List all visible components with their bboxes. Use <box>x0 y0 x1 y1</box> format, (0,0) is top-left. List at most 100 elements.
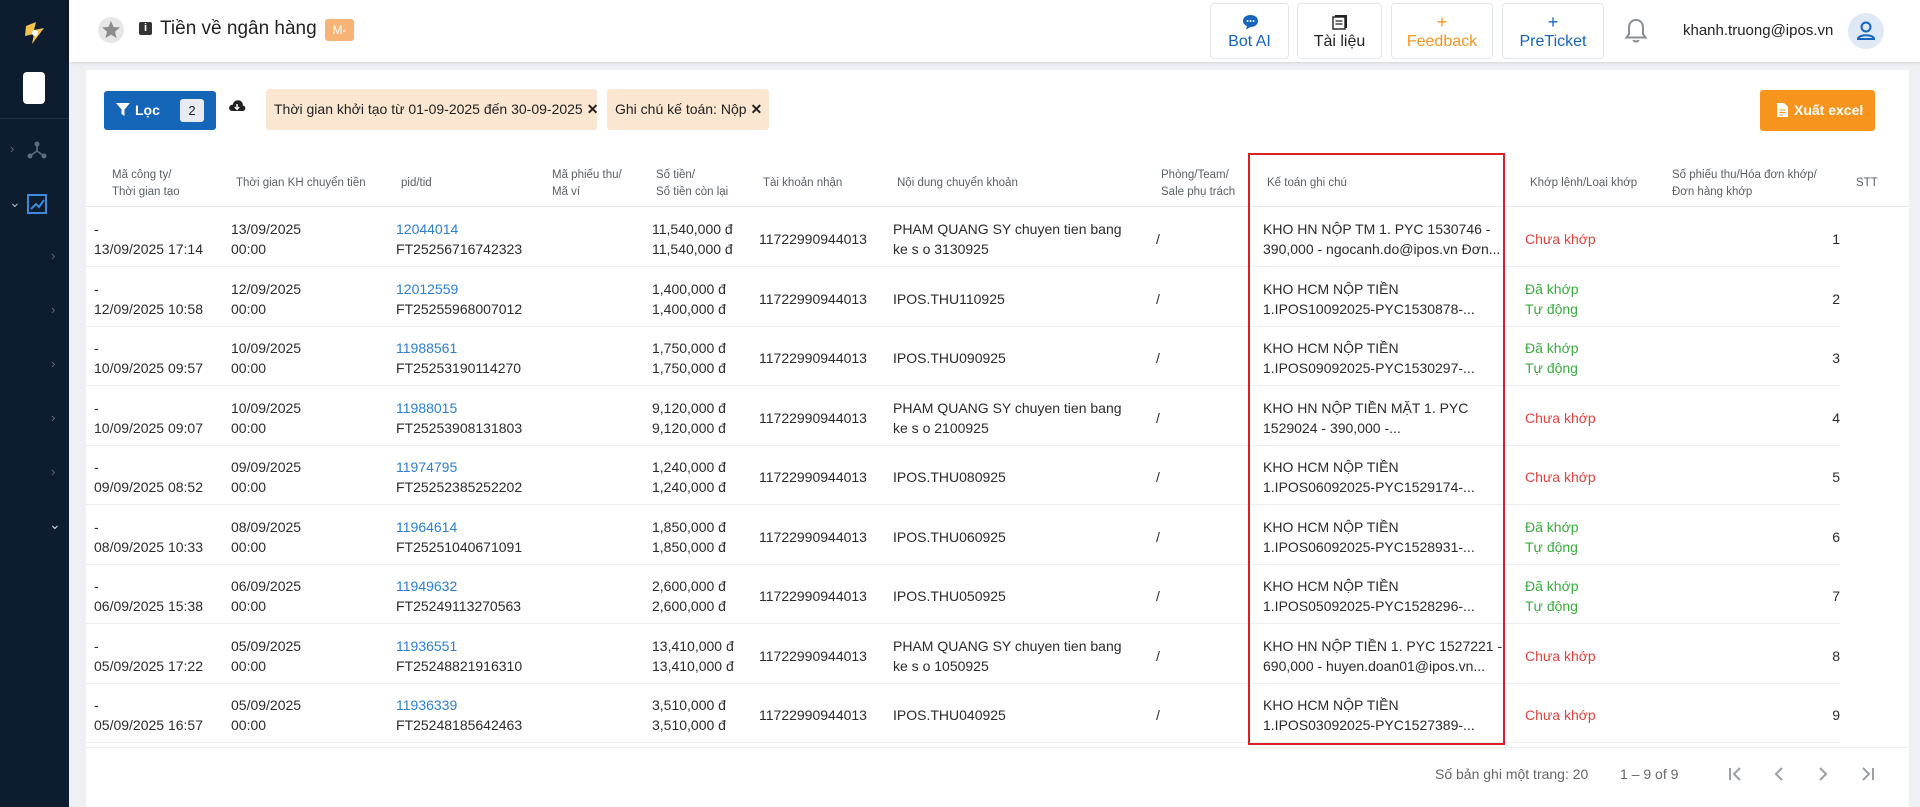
stt-cell: 8 <box>1832 647 1840 664</box>
cloud-download-icon[interactable] <box>228 98 246 114</box>
table-row[interactable]: -12/09/2025 10:58 12/09/2025 00:00 12012559… <box>86 268 1840 327</box>
chevron-right-icon: › <box>51 464 56 479</box>
page-size-label: Số bản ghi một trang: <box>1435 766 1569 782</box>
match-status-cell: Chưa khớp <box>1525 408 1596 428</box>
pid-link[interactable]: 12012559 <box>396 281 458 297</box>
filter-chip-date[interactable]: Thời gian khởi tạo từ 01-09-2025 đến 30-… <box>266 89 599 130</box>
top-header: i Tiền về ngân hàng M- Bot AI Tài liệu +… <box>69 0 1920 62</box>
col-header-company[interactable]: Mã công ty/Thời gian tạo <box>112 167 180 201</box>
avatar[interactable] <box>1848 13 1884 49</box>
docs-button[interactable]: Tài liệu <box>1297 3 1382 59</box>
user-email[interactable]: khanh.truong@ipos.vn <box>1683 22 1833 39</box>
status-badge: Chưa khớp <box>1525 469 1596 485</box>
account-cell: 11722990944013 <box>759 290 867 307</box>
team-cell: / <box>1156 469 1160 485</box>
pid-link[interactable]: 11936339 <box>396 697 457 713</box>
sidebar-subitem-4[interactable]: › <box>0 404 69 434</box>
pid-tid-cell: 11936551 FT25248821916310 <box>396 637 523 674</box>
bot-ai-button[interactable]: Bot AI <box>1210 3 1289 59</box>
feedback-button[interactable]: + Feedback <box>1391 3 1493 59</box>
chat-icon <box>1243 15 1258 30</box>
prev-page-icon[interactable] <box>1767 762 1791 786</box>
page-size-selector[interactable]: Số bản ghi một trang: 20 <box>1435 766 1588 782</box>
pid-link[interactable]: 11936551 <box>396 638 457 654</box>
table-row[interactable]: -05/09/2025 17:22 05/09/2025 00:00 11936551… <box>86 625 1840 684</box>
sidebar-item-reports[interactable]: ⌄ <box>0 189 69 219</box>
match-status-cell: Chưa khớp <box>1525 229 1596 249</box>
transfer-time-cell: 09/09/2025 00:00 <box>231 459 302 495</box>
filter-count-badge: 2 <box>180 99 204 122</box>
col-header-receipt-code[interactable]: Mã phiếu thu/Mã ví <box>552 167 622 201</box>
bell-icon[interactable] <box>1623 17 1649 45</box>
sidebar-subgroup[interactable]: ⌄ <box>0 512 69 542</box>
company-created-cell: -12/09/2025 10:58 <box>94 280 203 317</box>
page-size-value[interactable]: 20 <box>1573 766 1589 782</box>
export-excel-button[interactable]: Xuất excel <box>1760 90 1875 131</box>
col-header-amount[interactable]: Số tiền/Số tiền còn lại <box>656 167 728 201</box>
col-header-pid-tid[interactable]: pid/tid <box>401 175 432 192</box>
close-icon[interactable]: ✕ <box>751 101 763 117</box>
chevron-down-icon: ⌄ <box>9 194 21 210</box>
transfer-time-cell: 10/09/2025 00:00 <box>231 340 302 376</box>
table-header: Mã công ty/Thời gian tạo Thời gian KH ch… <box>86 155 1909 207</box>
amount-cell: 2,600,000 đ 2,600,000 đ <box>652 578 726 614</box>
col-header-account[interactable]: Tài khoản nhận <box>763 175 842 192</box>
amount-cell: 1,750,000 đ 1,750,000 đ <box>652 340 726 376</box>
account-cell: 11722990944013 <box>759 409 867 426</box>
transfer-time-cell: 05/09/2025 00:00 <box>231 637 302 674</box>
pid-tid-cell: 11964614 FT25251040671091 <box>396 518 523 555</box>
pid-link[interactable]: 11974795 <box>396 459 457 475</box>
table-row[interactable]: -10/09/2025 09:07 10/09/2025 00:00 11988015… <box>86 387 1840 446</box>
col-header-accountant-note[interactable]: Kế toán ghi chú <box>1267 175 1347 192</box>
table-row[interactable]: -06/09/2025 15:38 06/09/2025 00:00 11949632… <box>86 565 1840 624</box>
app-logo-icon[interactable] <box>22 20 48 48</box>
table-row[interactable]: -05/09/2025 16:57 05/09/2025 00:00 11936339… <box>86 684 1840 743</box>
pid-link[interactable]: 11988561 <box>396 340 457 356</box>
sidebar-collapsed-panel[interactable] <box>23 72 45 104</box>
pid-link[interactable]: 11949632 <box>396 578 457 594</box>
pid-link[interactable]: 12044014 <box>396 221 458 237</box>
info-icon[interactable]: i <box>139 22 152 35</box>
transfer-content-cell: IPOS.THU090925 <box>893 350 1006 366</box>
amount-cell: 1,400,000 đ 1,400,000 đ <box>652 280 726 317</box>
match-status-cell: Chưa khớp <box>1525 705 1596 725</box>
sidebar-subitem-1[interactable]: › <box>0 242 69 272</box>
accountant-note-cell: KHO HCM NỘP TIỀN 1.IPOS03092025-PYC152738… <box>1263 697 1475 733</box>
account-cell: 11722990944013 <box>759 231 867 247</box>
preticket-label: PreTicket <box>1519 33 1587 50</box>
pid-tid-cell: 12044014 FT25256716742323 <box>396 221 523 257</box>
table-row[interactable]: -10/09/2025 09:57 10/09/2025 00:00 11988561… <box>86 327 1840 386</box>
sidebar-item-network[interactable]: › <box>0 135 69 165</box>
accountant-note-cell: KHO HCM NỘP TIỀN 1.IPOS09092025-PYC153029… <box>1263 340 1475 376</box>
filter-chip-note[interactable]: Ghi chú kế toán: Nộp ✕ <box>607 89 769 130</box>
pid-tid-cell: 11936339 FT25248185642463 <box>396 697 523 733</box>
col-header-stt[interactable]: STT <box>1856 175 1878 192</box>
pid-link[interactable]: 11964614 <box>396 519 457 535</box>
table-row[interactable]: -09/09/2025 08:52 09/09/2025 00:00 11974795… <box>86 446 1840 505</box>
first-page-icon[interactable] <box>1723 762 1747 786</box>
transfer-content-cell: PHAM QUANG SY chuyen tien bang ke s o 210… <box>893 399 1122 436</box>
next-page-icon[interactable] <box>1811 762 1835 786</box>
accountant-note-cell: KHO HCM NỘP TIỀN 1.IPOS06092025-PYC152893… <box>1263 518 1475 555</box>
col-header-invoice[interactable]: Số phiếu thu/Hóa đơn khớp/Đơn hàng khớp <box>1672 167 1817 201</box>
filter-button[interactable]: Lọc 2 <box>104 91 216 130</box>
sidebar-subitem-5[interactable]: › <box>0 458 69 488</box>
table-row[interactable]: -13/09/2025 17:14 13/09/2025 00:00 12044014… <box>86 208 1840 267</box>
col-header-team[interactable]: Phòng/Team/Sale phụ trách <box>1161 167 1235 201</box>
col-header-transfer-time[interactable]: Thời gian KH chuyển tiền <box>236 175 366 192</box>
stt-cell: 3 <box>1832 350 1840 366</box>
table-row[interactable]: -08/09/2025 10:33 08/09/2025 00:00 11964614… <box>86 506 1840 565</box>
favorite-star-icon[interactable] <box>97 16 125 44</box>
pid-tid-cell: 11988561 FT25253190114270 <box>396 340 522 376</box>
col-header-match[interactable]: Khớp lệnh/Loại khớp <box>1530 175 1637 192</box>
pid-link[interactable]: 11988015 <box>396 400 457 416</box>
close-icon[interactable]: ✕ <box>587 101 599 117</box>
plus-icon: + <box>1436 12 1448 32</box>
team-cell: / <box>1156 707 1160 723</box>
sidebar: › ⌄ › › › › › ⌄ <box>0 0 69 807</box>
sidebar-subitem-3[interactable]: › <box>0 350 69 380</box>
preticket-button[interactable]: + PreTicket <box>1502 3 1604 59</box>
sidebar-subitem-2[interactable]: › <box>0 296 69 326</box>
last-page-icon[interactable] <box>1856 762 1880 786</box>
col-header-content[interactable]: Nội dung chuyển khoản <box>897 175 1018 192</box>
